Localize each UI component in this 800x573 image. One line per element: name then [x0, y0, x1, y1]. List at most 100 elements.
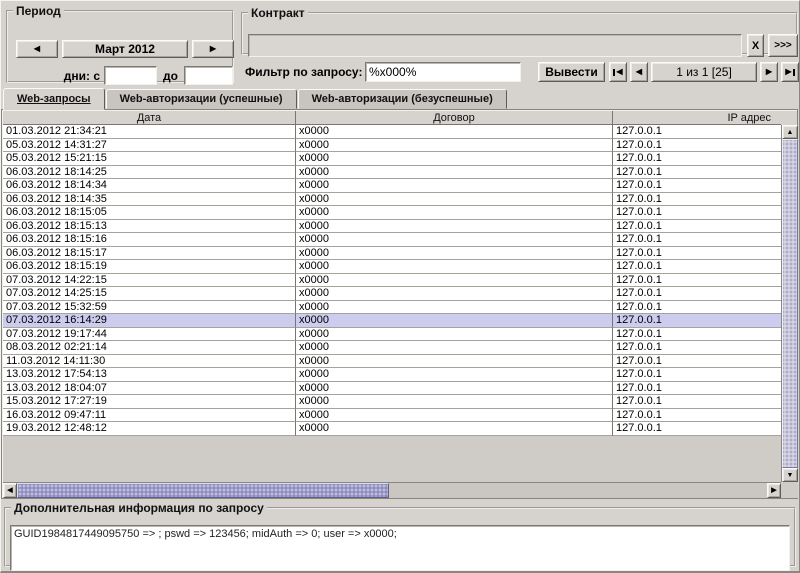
table-cell: 127.0.0.1: [613, 125, 781, 139]
column-header-contract[interactable]: Договор: [296, 111, 613, 125]
month-label: Март 2012: [95, 42, 155, 56]
table-row[interactable]: 01.03.2012 21:34:21x0000127.0.0.1: [3, 125, 781, 139]
tab-bar: Web-запросы Web-авторизации (успешные) W…: [3, 88, 507, 109]
horizontal-scrollbar-thumb[interactable]: [17, 483, 389, 498]
scroll-down-button[interactable]: ▼: [782, 468, 798, 482]
table-cell: x0000: [296, 287, 613, 301]
table-cell: 127.0.0.1: [613, 233, 781, 247]
table-row[interactable]: 13.03.2012 18:04:07x0000127.0.0.1: [3, 382, 781, 396]
table-cell: 127.0.0.1: [613, 139, 781, 153]
table-cell: x0000: [296, 166, 613, 180]
table-cell: x0000: [296, 260, 613, 274]
table-row[interactable]: 05.03.2012 14:31:27x0000127.0.0.1: [3, 139, 781, 153]
table-row[interactable]: 07.03.2012 16:14:29x0000127.0.0.1: [3, 314, 781, 328]
days-from-input[interactable]: [104, 66, 157, 85]
table-cell: 127.0.0.1: [613, 341, 781, 355]
table-row[interactable]: 13.03.2012 17:54:13x0000127.0.0.1: [3, 368, 781, 382]
period-groupbox: Период ◀ Март 2012 ▶ дни: с до: [6, 4, 234, 83]
table-row[interactable]: 06.03.2012 18:15:19x0000127.0.0.1: [3, 260, 781, 274]
table-row[interactable]: 19.03.2012 12:48:12x0000127.0.0.1: [3, 422, 781, 436]
show-button-label: Вывести: [545, 65, 598, 79]
scroll-down-icon: ▼: [787, 472, 794, 479]
contract-browse-button[interactable]: >>>: [768, 34, 798, 57]
table-cell: x0000: [296, 395, 613, 409]
table-cell: 127.0.0.1: [613, 152, 781, 166]
column-header-ip[interactable]: IP адрес: [613, 111, 781, 125]
horizontal-scrollbar[interactable]: ◀ ▶: [3, 482, 781, 498]
horizontal-scrollbar-track[interactable]: [389, 483, 767, 498]
last-page-icon: [793, 69, 795, 76]
table-cell: 07.03.2012 15:32:59: [3, 301, 296, 315]
table-cell: x0000: [296, 152, 613, 166]
tab-web-auth-failed[interactable]: Web-авторизации (безуспешные): [298, 89, 507, 109]
table-cell: x0000: [296, 220, 613, 234]
clear-contract-button[interactable]: X: [747, 34, 764, 57]
first-page-button[interactable]: ◀: [609, 62, 627, 82]
table-row[interactable]: 06.03.2012 18:15:05x0000127.0.0.1: [3, 206, 781, 220]
table-row[interactable]: 05.03.2012 15:21:15x0000127.0.0.1: [3, 152, 781, 166]
prev-month-button[interactable]: ◀: [16, 40, 58, 58]
table-row[interactable]: 07.03.2012 14:25:15x0000127.0.0.1: [3, 287, 781, 301]
scroll-left-button[interactable]: ◀: [3, 483, 17, 498]
show-button[interactable]: Вывести: [538, 62, 605, 82]
table-cell: 13.03.2012 17:54:13: [3, 368, 296, 382]
table-row[interactable]: 06.03.2012 18:15:16x0000127.0.0.1: [3, 233, 781, 247]
table-cell: 07.03.2012 14:25:15: [3, 287, 296, 301]
table-cell: 127.0.0.1: [613, 301, 781, 315]
table-cell: x0000: [296, 139, 613, 153]
table-row[interactable]: 11.03.2012 14:11:30x0000127.0.0.1: [3, 355, 781, 369]
table-cell: 05.03.2012 15:21:15: [3, 152, 296, 166]
days-to-label: до: [163, 69, 178, 83]
left-triangle-icon: ◀: [34, 45, 40, 53]
table-cell: 08.03.2012 02:21:14: [3, 341, 296, 355]
table-row[interactable]: 15.03.2012 17:27:19x0000127.0.0.1: [3, 395, 781, 409]
table-cell: 13.03.2012 18:04:07: [3, 382, 296, 396]
days-to-input[interactable]: [184, 66, 233, 85]
table-row[interactable]: 16.03.2012 09:47:11x0000127.0.0.1: [3, 409, 781, 423]
additional-info-text[interactable]: GUID1984817449095750 => ; pswd => 123456…: [10, 525, 790, 571]
table-cell: x0000: [296, 409, 613, 423]
table-cell: 06.03.2012 18:15:13: [3, 220, 296, 234]
scroll-right-button[interactable]: ▶: [767, 483, 781, 498]
table-row[interactable]: 06.03.2012 18:15:13x0000127.0.0.1: [3, 220, 781, 234]
table-row[interactable]: 07.03.2012 14:22:15x0000127.0.0.1: [3, 274, 781, 288]
table-row[interactable]: 06.03.2012 18:14:25x0000127.0.0.1: [3, 166, 781, 180]
table-cell: 15.03.2012 17:27:19: [3, 395, 296, 409]
table-cell: x0000: [296, 206, 613, 220]
days-from-label: дни: с: [36, 69, 100, 83]
next-month-button[interactable]: ▶: [192, 40, 234, 58]
last-page-button[interactable]: ▶: [781, 62, 799, 82]
table-cell: 127.0.0.1: [613, 314, 781, 328]
scroll-right-icon: ▶: [771, 487, 776, 494]
tab-web-requests[interactable]: Web-запросы: [3, 88, 105, 110]
period-legend: Период: [13, 4, 64, 18]
table-row[interactable]: 07.03.2012 15:32:59x0000127.0.0.1: [3, 301, 781, 315]
next-page-button[interactable]: ▶: [760, 62, 778, 82]
table-cell: 06.03.2012 18:15:05: [3, 206, 296, 220]
table-row[interactable]: 06.03.2012 18:14:35x0000127.0.0.1: [3, 193, 781, 207]
month-button[interactable]: Март 2012: [62, 40, 188, 58]
table-cell: 01.03.2012 21:34:21: [3, 125, 296, 139]
column-header-date[interactable]: Дата: [3, 111, 296, 125]
right-triangle-icon: ▶: [210, 45, 216, 53]
table-row[interactable]: 06.03.2012 18:15:17x0000127.0.0.1: [3, 247, 781, 261]
table-row[interactable]: 07.03.2012 19:17:44x0000127.0.0.1: [3, 328, 781, 342]
table-cell: x0000: [296, 247, 613, 261]
table-row[interactable]: 08.03.2012 02:21:14x0000127.0.0.1: [3, 341, 781, 355]
table-cell: 07.03.2012 16:14:29: [3, 314, 296, 328]
table-cell: 127.0.0.1: [613, 206, 781, 220]
table-cell: 127.0.0.1: [613, 247, 781, 261]
page-status: 1 из 1 [25]: [651, 62, 757, 82]
vertical-scrollbar-thumb[interactable]: [782, 139, 798, 468]
vertical-scrollbar[interactable]: ▲ ▼: [781, 125, 798, 482]
prev-page-button[interactable]: ◀: [630, 62, 648, 82]
table-cell: x0000: [296, 125, 613, 139]
filter-query-input[interactable]: [365, 62, 521, 82]
table-cell: 06.03.2012 18:15:19: [3, 260, 296, 274]
scroll-up-button[interactable]: ▲: [782, 125, 798, 139]
table-cell: x0000: [296, 301, 613, 315]
table-cell: 06.03.2012 18:15:16: [3, 233, 296, 247]
tab-web-auth-success[interactable]: Web-авторизации (успешные): [106, 89, 297, 109]
contract-field[interactable]: [248, 34, 742, 57]
table-row[interactable]: 06.03.2012 18:14:34x0000127.0.0.1: [3, 179, 781, 193]
